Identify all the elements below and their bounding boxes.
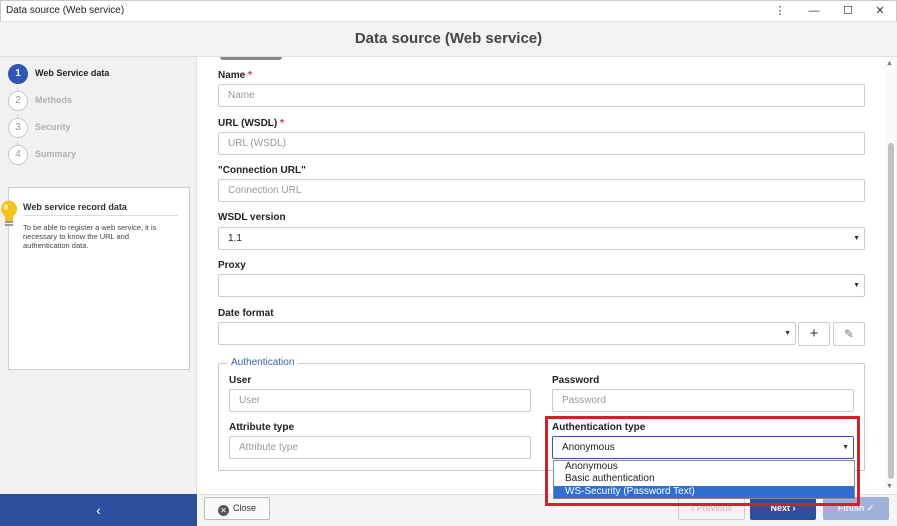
wsdl-version-value: 1.1: [228, 233, 242, 244]
wsdl-version-label: WSDL version: [218, 212, 286, 223]
help-title: Web service record data: [23, 202, 127, 212]
highlight-annotation: [545, 416, 860, 506]
url-label: URL (WSDL) *: [218, 118, 284, 129]
step-label: Web Service data: [35, 68, 110, 78]
url-input[interactable]: URL (WSDL): [218, 132, 865, 155]
step-number: 1: [8, 64, 28, 84]
attribute-type-input[interactable]: Attribute type: [229, 436, 531, 459]
dialog-title: Data source (Web service): [354, 30, 543, 47]
window-menu-icon[interactable]: ⋮: [763, 1, 797, 22]
scroll-down-icon[interactable]: ▼: [886, 483, 893, 490]
proxy-label: Proxy: [218, 260, 246, 271]
step-web-service-data[interactable]: 1 Web Service data: [8, 64, 193, 86]
help-divider: [23, 215, 178, 216]
step-label: Methods: [35, 95, 72, 105]
pencil-icon: ✎: [843, 327, 855, 341]
chevron-down-icon: ▼: [853, 235, 860, 242]
step-number: 2: [8, 91, 28, 111]
name-label: Name *: [218, 70, 252, 81]
step-number: 4: [8, 145, 28, 165]
step-methods[interactable]: 2 Methods: [8, 91, 193, 113]
tab-indicator: [220, 57, 282, 60]
close-button-label: Close: [232, 503, 256, 513]
user-input[interactable]: User: [229, 389, 531, 412]
step-summary[interactable]: 4 Summary: [8, 145, 193, 167]
step-label: Security: [35, 122, 71, 132]
wsdl-version-select[interactable]: 1.1 ▼: [218, 227, 865, 250]
close-button[interactable]: ✕ Close: [204, 497, 270, 520]
chevron-down-icon: ▼: [853, 282, 860, 289]
scroll-up-icon[interactable]: ▲: [886, 60, 893, 67]
user-label: User: [229, 375, 252, 386]
chevron-left-icon: ‹: [96, 502, 101, 518]
lightbulb-icon: [1, 200, 17, 226]
scrollbar-thumb[interactable]: [888, 143, 894, 479]
wizard-sidebar: 1 Web Service data 2 Methods 3 Security …: [0, 57, 197, 494]
step-number: 3: [8, 118, 28, 138]
maximize-button[interactable]: ☐: [831, 1, 865, 22]
authentication-legend: Authentication: [227, 357, 299, 368]
date-format-label: Date format: [218, 308, 274, 319]
plus-icon: +: [809, 325, 819, 342]
connection-url-label: "Connection URL": [218, 165, 306, 176]
close-window-button[interactable]: ✕: [863, 1, 897, 22]
help-panel: Web service record data To be able to re…: [1, 187, 190, 370]
close-circle-icon: ✕: [217, 505, 229, 516]
minimize-button[interactable]: —: [797, 1, 831, 22]
name-input[interactable]: Name: [218, 84, 865, 107]
dialog-header: Data source (Web service): [0, 22, 897, 57]
password-label: Password: [552, 375, 600, 386]
date-format-select[interactable]: ▼: [218, 322, 796, 345]
window-title: Data source (Web service): [6, 5, 125, 16]
chevron-down-icon: ▼: [784, 330, 791, 337]
proxy-select[interactable]: ▼: [218, 274, 865, 297]
help-text: To be able to register a web service, it…: [23, 223, 157, 250]
password-input[interactable]: Password: [552, 389, 854, 412]
step-security[interactable]: 3 Security: [8, 118, 193, 140]
collapse-sidebar-button[interactable]: ‹: [0, 494, 197, 526]
step-label: Summary: [35, 149, 77, 159]
add-date-format-button[interactable]: +: [798, 322, 830, 346]
edit-date-format-button[interactable]: ✎: [833, 322, 865, 346]
attribute-type-label: Attribute type: [229, 422, 294, 433]
connection-url-input[interactable]: Connection URL: [218, 179, 865, 202]
check-icon: ✓: [864, 503, 875, 513]
window-titlebar: Data source (Web service) ⋮ — ☐ ✕: [0, 0, 897, 22]
